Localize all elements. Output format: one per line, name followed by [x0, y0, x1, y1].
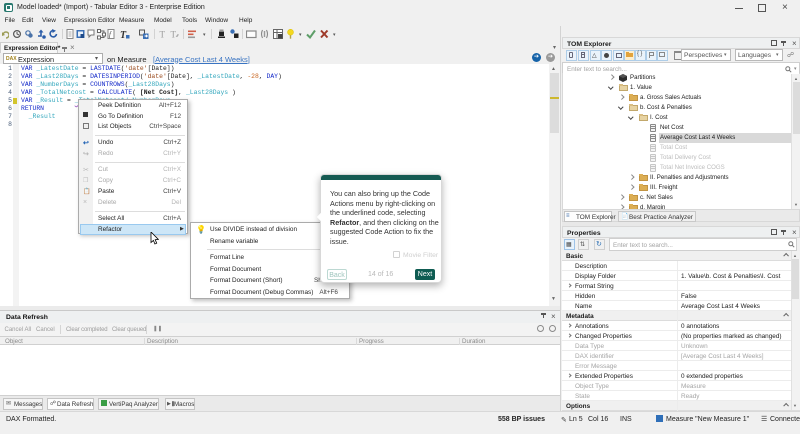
svg-text:T: T	[160, 30, 166, 40]
svg-text:T: T	[171, 30, 177, 40]
svg-text:T: T	[120, 30, 127, 40]
